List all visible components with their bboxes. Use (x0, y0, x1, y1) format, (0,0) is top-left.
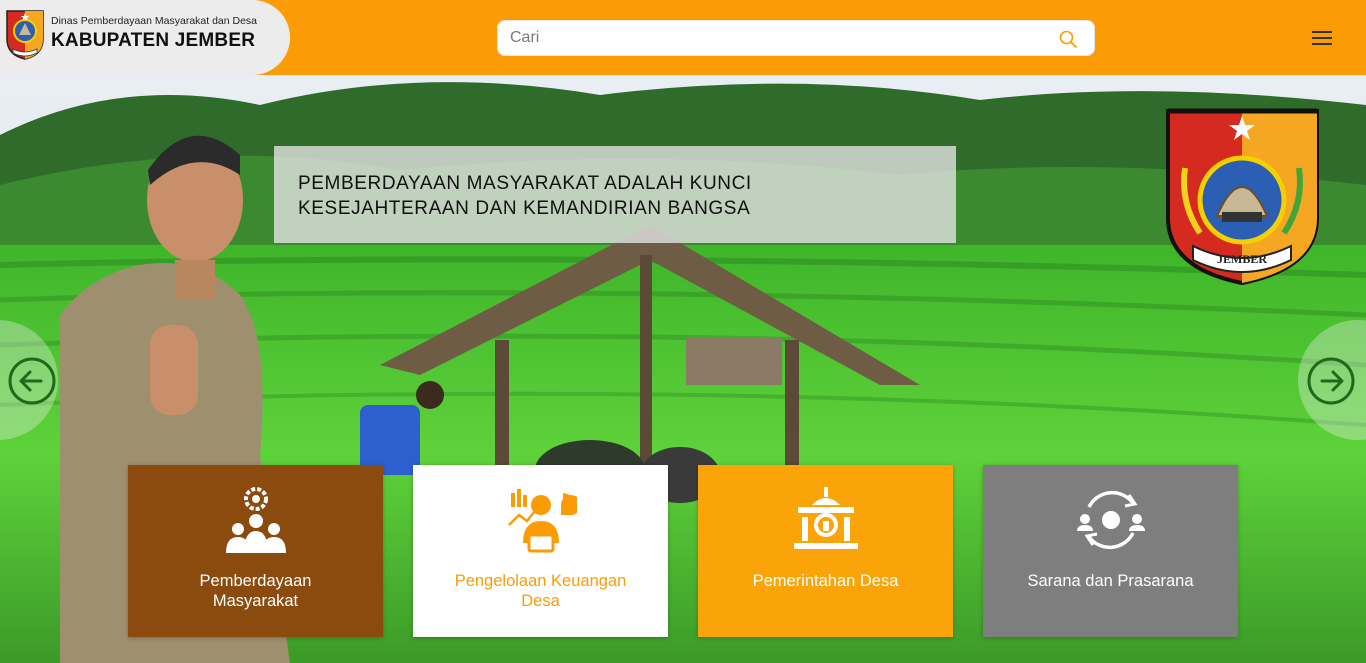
jember-crest-icon (6, 10, 44, 60)
card-label: Pemerintahan Desa (708, 571, 943, 591)
brand-block[interactable]: Dinas Pemberdayaan Masyarakat dan Desa K… (0, 0, 290, 75)
card-pengelolaan-keuangan-desa[interactable]: Pengelolaan Keuangan Desa (413, 465, 668, 637)
card-label-line1: Pengelolaan Keuangan (454, 572, 627, 590)
card-label-line1: Pemerintahan Desa (752, 572, 899, 590)
hero-tagline: PEMBERDAYAAN MASYARAKAT ADALAH KUNCI KES… (274, 146, 956, 243)
arrow-right-circle-icon (1307, 357, 1355, 405)
hamburger-menu-icon[interactable] (1308, 27, 1336, 49)
card-label: Sarana dan Prasarana (993, 571, 1228, 591)
card-label-line1: Pemberdayaan (199, 572, 312, 590)
tagline-line-1: PEMBERDAYAAN MASYARAKAT ADALAH KUNCI (298, 173, 752, 194)
search-bar (497, 20, 1095, 56)
card-label-line1: Sarana dan Prasarana (1027, 572, 1194, 590)
card-label: Pemberdayaan Masyarakat (138, 571, 373, 611)
search-input[interactable] (498, 21, 1053, 55)
community-gear-icon (226, 487, 286, 553)
card-pemberdayaan-masyarakat[interactable]: Pemberdayaan Masyarakat (128, 465, 383, 637)
tagline-line-2: KESEJAHTERAAN DAN KEMANDIRIAN BANGSA (298, 198, 751, 219)
agency-name: Dinas Pemberdayaan Masyarakat dan Desa (51, 15, 258, 27)
card-label-line2: Masyarakat (212, 592, 299, 610)
arrow-left-circle-icon (8, 357, 56, 405)
jember-crest-large-icon: JEMBER (1166, 108, 1319, 286)
search-icon[interactable] (1058, 29, 1078, 49)
crest-banner-text: JEMBER (1217, 252, 1267, 266)
infrastructure-cycle-icon (1077, 490, 1145, 550)
government-building-icon (794, 487, 858, 549)
finance-analytics-icon (508, 489, 577, 553)
region-title: KABUPATEN JEMBER (51, 30, 256, 51)
top-header: Dinas Pemberdayaan Masyarakat dan Desa K… (0, 0, 1366, 75)
card-label-line2: Desa (521, 592, 560, 610)
hero-slider: PEMBERDAYAAN MASYARAKAT ADALAH KUNCI KES… (0, 75, 1366, 663)
card-pemerintahan-desa[interactable]: Pemerintahan Desa (698, 465, 953, 637)
card-label: Pengelolaan Keuangan Desa (423, 571, 658, 611)
card-sarana-dan-prasarana[interactable]: Sarana dan Prasarana (983, 465, 1238, 637)
